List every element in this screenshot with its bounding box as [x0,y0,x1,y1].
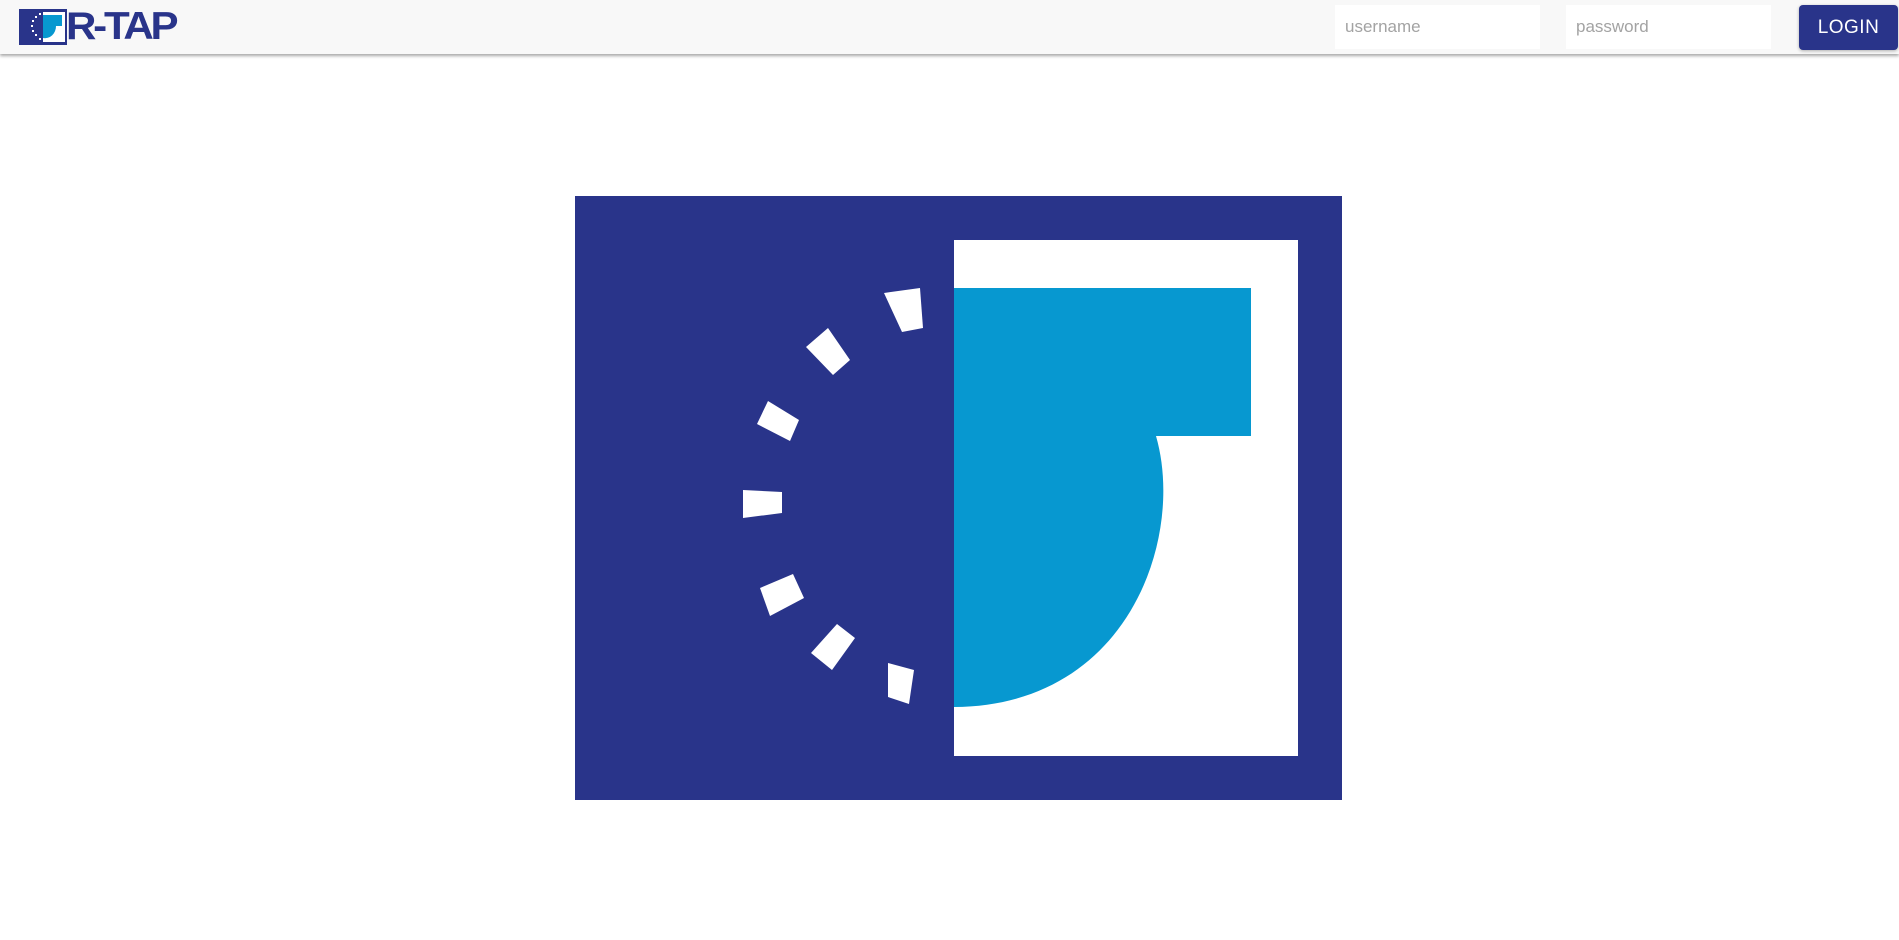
top-navbar: R-TAP LOGIN [0,0,1899,54]
brand-name: R-TAP [66,5,179,48]
r-tap-logo-icon [19,9,67,45]
login-button[interactable]: LOGIN [1799,5,1898,50]
password-field[interactable] [1566,5,1771,49]
r-tap-emblem-logo [575,196,1342,800]
username-field[interactable] [1335,5,1540,49]
brand-logo[interactable]: R-TAP [19,7,179,46]
